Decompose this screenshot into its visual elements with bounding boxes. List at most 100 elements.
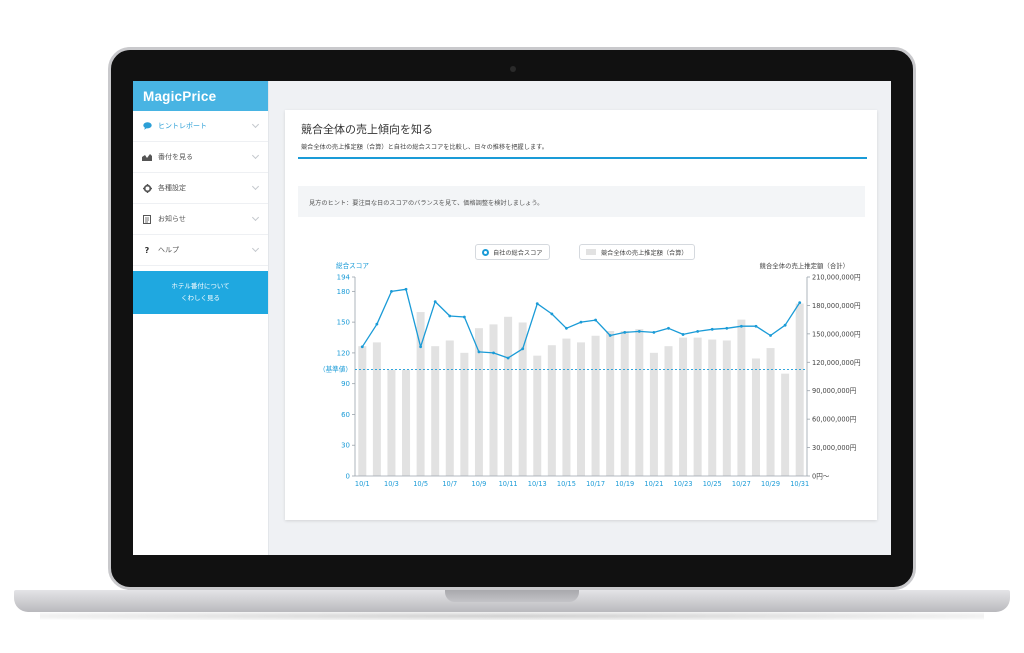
x-tick-label: 10/1: [355, 480, 370, 488]
sidebar-item-label: 番付を見る: [158, 153, 193, 161]
left-tick-label: 120: [337, 349, 350, 357]
score-point: [783, 323, 787, 327]
sidebar-item-hint-report[interactable]: ヒントレポート: [133, 111, 268, 142]
sales-bar: [591, 335, 600, 476]
sales-bar: [445, 340, 454, 476]
sidebar: MagicPrice ヒントレポート 番付を見る 各種設定 お知らせ ? ヘルプ…: [133, 81, 269, 555]
sales-bar: [781, 373, 790, 476]
score-point: [710, 327, 714, 331]
score-point: [769, 334, 772, 337]
sales-bar: [402, 369, 411, 476]
gear-icon: [141, 183, 153, 193]
sidebar-item-label: お知らせ: [158, 215, 186, 223]
x-tick-label: 10/15: [557, 480, 576, 488]
score-point: [375, 322, 379, 326]
brand-logo[interactable]: MagicPrice: [133, 81, 268, 111]
sales-bar: [577, 342, 585, 476]
score-point: [506, 356, 510, 360]
left-tick-label: 194: [337, 274, 351, 282]
right-tick-label: 60,000,000円: [812, 416, 857, 424]
score-point: [433, 300, 437, 304]
cta-line-2: くわしく見る: [181, 294, 220, 302]
sales-bar: [460, 352, 469, 476]
laptop-shadow: [40, 612, 984, 620]
sales-bar: [795, 303, 804, 476]
score-point: [652, 330, 656, 334]
sales-bar: [649, 352, 658, 476]
score-point: [550, 312, 554, 316]
camera-dot: [510, 66, 516, 72]
laptop-notch: [445, 590, 579, 602]
sales-bar: [722, 340, 731, 476]
sales-bar: [533, 355, 542, 476]
sales-bar: [693, 337, 702, 476]
sidebar-item-settings[interactable]: 各種設定: [133, 173, 268, 204]
left-tick-label: 180: [337, 288, 350, 296]
score-point: [390, 289, 393, 293]
question-icon: ?: [144, 245, 150, 255]
sales-bar: [635, 329, 644, 476]
right-tick-label: 30,000,000円: [812, 444, 857, 452]
app-screen: MagicPrice ヒントレポート 番付を見る 各種設定 お知らせ ? ヘルプ…: [133, 81, 891, 555]
sidebar-item-news[interactable]: お知らせ: [133, 204, 268, 235]
baseline-label: （基準値）: [319, 364, 352, 373]
sales-bar: [489, 324, 498, 476]
combo-chart: 0 30 60 90 120 150 180 194 0円〜 30,000,000円 60,000,…: [319, 261, 861, 488]
chevron-down-icon: [251, 151, 260, 160]
x-tick-label: 10/5: [413, 480, 428, 488]
score-point: [623, 330, 627, 334]
score-point: [565, 326, 568, 330]
sales-bar: [751, 358, 760, 476]
sidebar-item-rankings[interactable]: 番付を見る: [133, 142, 268, 173]
sales-bar: [547, 345, 556, 476]
score-point: [594, 318, 597, 322]
right-tick-label: 150,000,000円: [812, 330, 861, 338]
x-tick-label: 10/27: [732, 480, 751, 488]
x-tick-label: 10/7: [442, 480, 457, 488]
x-tick-label: 10/25: [703, 480, 722, 488]
cta-line-1: ホテル番付について: [171, 282, 230, 290]
score-point: [681, 333, 685, 336]
right-tick-label: 210,000,000円: [812, 274, 861, 282]
sales-bar: [504, 316, 513, 476]
laptop-mockup: MagicPrice ヒントレポート 番付を見る 各種設定 お知らせ ? ヘルプ…: [0, 0, 1024, 653]
score-point: [404, 287, 408, 291]
sales-bar: [664, 346, 673, 476]
x-tick-label: 10/11: [499, 480, 518, 488]
chevron-down-icon: [251, 244, 260, 253]
chevron-down-icon: [251, 213, 260, 222]
score-point: [667, 326, 670, 330]
speech-bubble-icon: [141, 122, 153, 130]
x-tick-label: 10/21: [644, 480, 663, 488]
document-icon: [141, 214, 153, 224]
score-point: [739, 324, 743, 328]
sidebar-item-label: 各種設定: [158, 184, 186, 192]
right-axis-title: 競合全体の売上推定額（合計）: [760, 261, 849, 270]
sales-bar: [737, 319, 746, 476]
score-point: [798, 301, 802, 305]
left-axis-title: 総合スコア: [336, 261, 369, 270]
score-point: [579, 320, 583, 324]
left-tick-label: 60: [341, 411, 350, 419]
x-tick-label: 10/31: [790, 480, 809, 488]
score-point: [725, 326, 729, 330]
sales-bar: [518, 322, 527, 476]
left-tick-label: 90: [341, 380, 350, 388]
score-point: [535, 302, 539, 306]
chevron-down-icon: [251, 120, 260, 129]
sidebar-item-help[interactable]: ? ヘルプ: [133, 235, 268, 266]
x-tick-label: 10/19: [615, 480, 634, 488]
left-tick-label: 0: [346, 473, 350, 481]
score-point: [521, 347, 525, 351]
hotel-ranking-cta-button[interactable]: ホテル番付について くわしく見る: [133, 271, 268, 314]
score-point: [462, 315, 466, 319]
left-tick-label: 150: [337, 319, 350, 327]
left-tick-label: 30: [341, 442, 350, 450]
sales-bar: [358, 346, 367, 476]
x-tick-label: 10/23: [674, 480, 693, 488]
score-point: [477, 350, 481, 354]
score-point: [448, 314, 452, 318]
right-tick-label: 90,000,000円: [812, 387, 857, 395]
sales-bar: [387, 369, 396, 476]
score-point: [492, 351, 495, 355]
